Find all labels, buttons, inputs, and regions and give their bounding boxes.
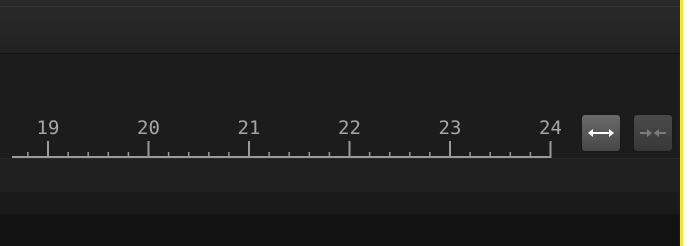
hour-label: 22 xyxy=(338,117,361,139)
timeline-panel: 19 20 21 22 23 24 xyxy=(0,0,680,246)
hour-label: 19 xyxy=(37,117,60,139)
expand-horizontal-icon xyxy=(588,129,614,137)
collapse-timeline-button[interactable] xyxy=(633,114,673,152)
collapse-horizontal-icon xyxy=(640,129,666,137)
right-accent-edge xyxy=(680,0,683,246)
hour-label: 24 xyxy=(539,117,562,139)
hour-label: 20 xyxy=(137,117,160,139)
hour-label: 21 xyxy=(238,117,261,139)
hour-label: 23 xyxy=(439,117,462,139)
expand-timeline-button[interactable] xyxy=(581,114,621,152)
time-ruler[interactable]: 19 20 21 22 23 24 xyxy=(0,0,680,246)
